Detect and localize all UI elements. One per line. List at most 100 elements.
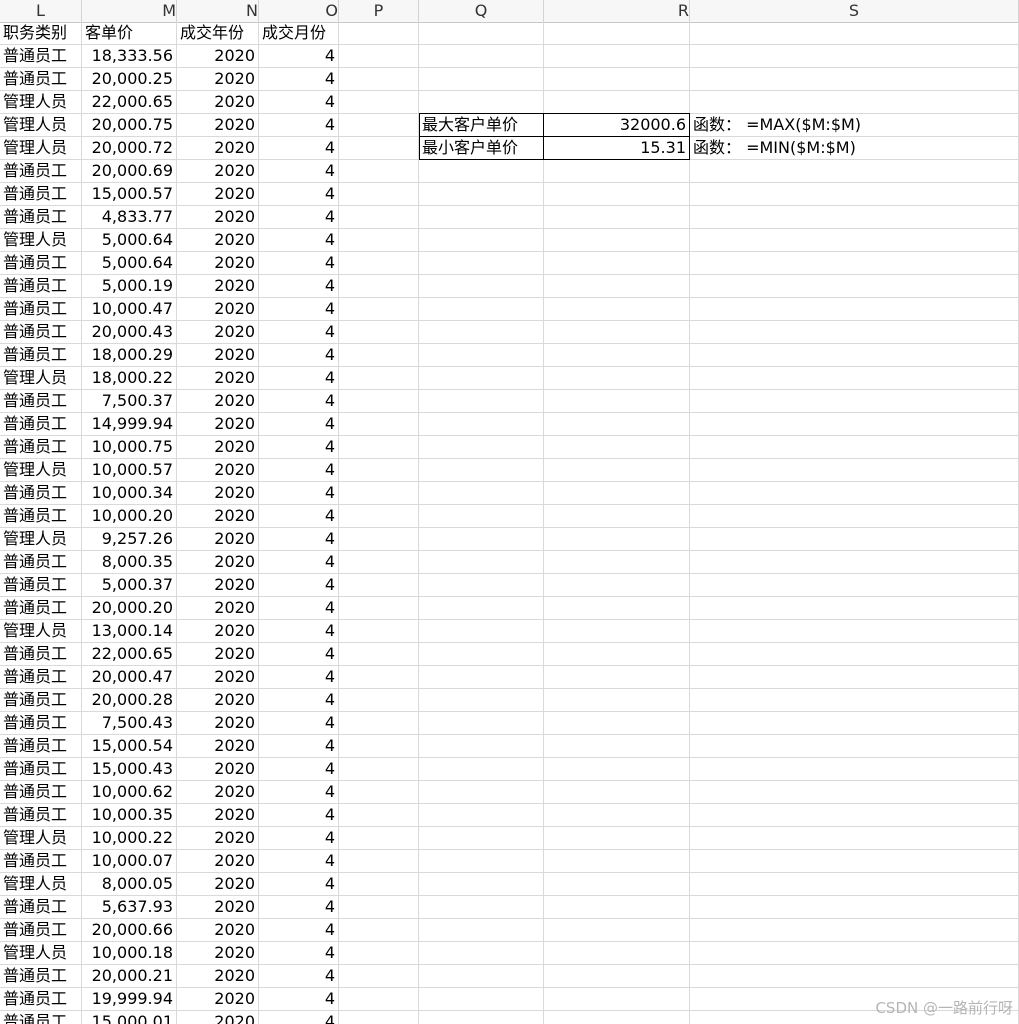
cell-deal-month[interactable]: 4 bbox=[259, 988, 339, 1011]
empty-cell[interactable] bbox=[419, 942, 544, 965]
empty-cell[interactable] bbox=[419, 873, 544, 896]
empty-cell[interactable] bbox=[690, 413, 1019, 436]
cell-deal-year[interactable]: 2020 bbox=[177, 298, 259, 321]
cell-deal-month[interactable]: 4 bbox=[259, 712, 339, 735]
empty-cell[interactable] bbox=[419, 758, 544, 781]
cell-deal-month[interactable]: 4 bbox=[259, 758, 339, 781]
cell-deal-year[interactable]: 2020 bbox=[177, 459, 259, 482]
cell-job-category[interactable]: 管理人员 bbox=[0, 942, 82, 965]
cell-deal-year[interactable]: 2020 bbox=[177, 321, 259, 344]
empty-cell[interactable] bbox=[339, 45, 419, 68]
cell-unit-price[interactable]: 14,999.94 bbox=[82, 413, 177, 436]
cell-deal-month[interactable]: 4 bbox=[259, 91, 339, 114]
empty-cell[interactable] bbox=[690, 298, 1019, 321]
column-header-o[interactable]: O bbox=[259, 0, 339, 22]
empty-cell[interactable] bbox=[339, 689, 419, 712]
cell-deal-month[interactable]: 4 bbox=[259, 689, 339, 712]
empty-cell[interactable] bbox=[690, 574, 1019, 597]
cell-deal-month[interactable]: 4 bbox=[259, 206, 339, 229]
empty-cell[interactable] bbox=[419, 735, 544, 758]
cell-job-category[interactable]: 普通员工 bbox=[0, 206, 82, 229]
empty-cell[interactable] bbox=[690, 229, 1019, 252]
empty-cell[interactable] bbox=[339, 712, 419, 735]
empty-cell[interactable] bbox=[419, 275, 544, 298]
empty-cell[interactable] bbox=[339, 850, 419, 873]
cell-deal-year[interactable]: 2020 bbox=[177, 229, 259, 252]
column-header-p[interactable]: P bbox=[339, 0, 419, 22]
empty-cell[interactable] bbox=[339, 91, 419, 114]
cell-deal-year[interactable]: 2020 bbox=[177, 45, 259, 68]
empty-cell[interactable] bbox=[690, 965, 1019, 988]
empty-cell[interactable] bbox=[544, 528, 690, 551]
empty-cell[interactable] bbox=[544, 735, 690, 758]
empty-cell[interactable] bbox=[419, 988, 544, 1011]
empty-cell[interactable] bbox=[339, 896, 419, 919]
empty-cell[interactable] bbox=[339, 137, 419, 160]
empty-cell[interactable] bbox=[690, 551, 1019, 574]
empty-cell[interactable] bbox=[544, 206, 690, 229]
empty-cell[interactable] bbox=[690, 827, 1019, 850]
empty-cell[interactable] bbox=[690, 735, 1019, 758]
max-formula[interactable]: 函数： =MAX($M:$M) bbox=[690, 114, 1019, 137]
empty-cell[interactable] bbox=[544, 643, 690, 666]
cell-job-category[interactable]: 普通员工 bbox=[0, 413, 82, 436]
empty-cell[interactable] bbox=[544, 160, 690, 183]
cell-deal-month[interactable]: 4 bbox=[259, 574, 339, 597]
cell-deal-year[interactable]: 2020 bbox=[177, 390, 259, 413]
empty-cell[interactable] bbox=[419, 643, 544, 666]
cell-unit-price[interactable]: 19,999.94 bbox=[82, 988, 177, 1011]
empty-cell[interactable] bbox=[690, 620, 1019, 643]
empty-cell[interactable] bbox=[690, 942, 1019, 965]
empty-cell[interactable] bbox=[690, 873, 1019, 896]
cell-deal-month[interactable]: 4 bbox=[259, 873, 339, 896]
empty-cell[interactable] bbox=[419, 620, 544, 643]
cell-deal-month[interactable]: 4 bbox=[259, 436, 339, 459]
cell-deal-year[interactable]: 2020 bbox=[177, 643, 259, 666]
cell-unit-price[interactable]: 13,000.14 bbox=[82, 620, 177, 643]
cell-unit-price[interactable]: 22,000.65 bbox=[82, 91, 177, 114]
spreadsheet[interactable]: LMNOPQRS 职务类别 客单价 成交年份 成交月份 普通员工 18,333.56 202… bbox=[0, 0, 1019, 1024]
cell-job-category[interactable]: 普通员工 bbox=[0, 390, 82, 413]
empty-cell[interactable] bbox=[339, 22, 419, 45]
empty-cell[interactable] bbox=[419, 321, 544, 344]
cell-deal-month[interactable]: 4 bbox=[259, 942, 339, 965]
empty-cell[interactable] bbox=[690, 482, 1019, 505]
cell-deal-year[interactable]: 2020 bbox=[177, 850, 259, 873]
empty-cell[interactable] bbox=[690, 758, 1019, 781]
cell-deal-year[interactable]: 2020 bbox=[177, 367, 259, 390]
empty-cell[interactable] bbox=[690, 436, 1019, 459]
empty-cell[interactable] bbox=[339, 482, 419, 505]
empty-cell[interactable] bbox=[419, 459, 544, 482]
empty-cell[interactable] bbox=[339, 321, 419, 344]
cell-deal-year[interactable]: 2020 bbox=[177, 252, 259, 275]
cell-unit-price[interactable]: 18,000.29 bbox=[82, 344, 177, 367]
cell-unit-price[interactable]: 20,000.20 bbox=[82, 597, 177, 620]
empty-cell[interactable] bbox=[339, 459, 419, 482]
cell-deal-year[interactable]: 2020 bbox=[177, 505, 259, 528]
empty-cell[interactable] bbox=[690, 22, 1019, 45]
cell-deal-year[interactable]: 2020 bbox=[177, 896, 259, 919]
empty-cell[interactable] bbox=[419, 919, 544, 942]
header-unit-price[interactable]: 客单价 bbox=[82, 22, 177, 45]
empty-cell[interactable] bbox=[419, 436, 544, 459]
empty-cell[interactable] bbox=[690, 597, 1019, 620]
cell-grid[interactable]: 职务类别 客单价 成交年份 成交月份 普通员工 18,333.56 2020 4 普通员工 20,… bbox=[0, 22, 1019, 1024]
cell-deal-month[interactable]: 4 bbox=[259, 413, 339, 436]
empty-cell[interactable] bbox=[419, 183, 544, 206]
empty-cell[interactable] bbox=[339, 505, 419, 528]
empty-cell[interactable] bbox=[544, 390, 690, 413]
empty-cell[interactable] bbox=[544, 689, 690, 712]
empty-cell[interactable] bbox=[544, 45, 690, 68]
cell-job-category[interactable]: 普通员工 bbox=[0, 252, 82, 275]
cell-deal-month[interactable]: 4 bbox=[259, 505, 339, 528]
empty-cell[interactable] bbox=[544, 758, 690, 781]
empty-cell[interactable] bbox=[544, 942, 690, 965]
cell-job-category[interactable]: 普通员工 bbox=[0, 505, 82, 528]
empty-cell[interactable] bbox=[544, 988, 690, 1011]
cell-job-category[interactable]: 管理人员 bbox=[0, 873, 82, 896]
empty-cell[interactable] bbox=[339, 413, 419, 436]
empty-cell[interactable] bbox=[690, 183, 1019, 206]
cell-job-category[interactable]: 普通员工 bbox=[0, 689, 82, 712]
cell-job-category[interactable]: 管理人员 bbox=[0, 114, 82, 137]
cell-deal-month[interactable]: 4 bbox=[259, 643, 339, 666]
